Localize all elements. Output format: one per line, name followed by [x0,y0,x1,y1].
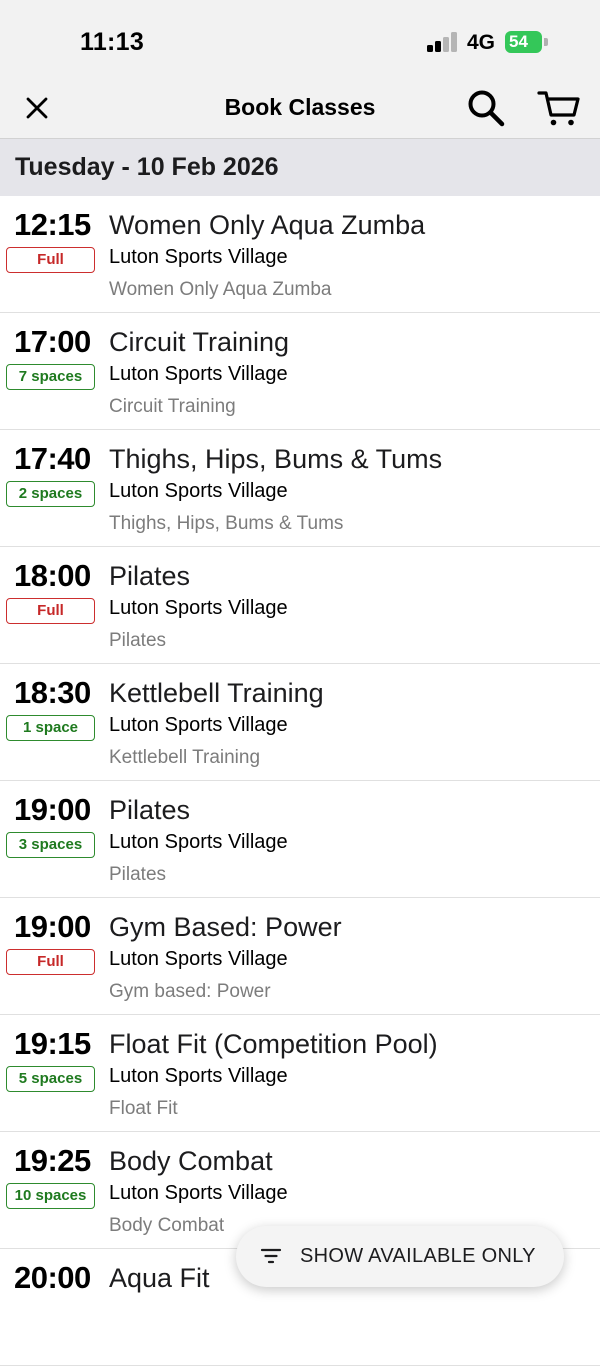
status-badge: 3 spaces [6,832,95,858]
class-time: 19:25 [14,1143,91,1178]
class-time: 19:00 [14,909,91,944]
class-row[interactable]: 17:00 7 spaces Circuit Training Luton Sp… [0,313,600,430]
class-name: Kettlebell Training [109,678,324,708]
class-name: Pilates [109,561,191,591]
class-time: 20:00 [14,1260,91,1295]
date-header-label: Tuesday - 10 Feb 2026 [15,153,279,181]
class-name: Aqua Fit [109,1263,210,1293]
filter-button-label: SHOW AVAILABLE ONLY [300,1245,536,1267]
class-venue: Luton Sports Village [109,363,288,385]
filter-icon [260,1248,282,1264]
class-name: Float Fit (Competition Pool) [109,1029,438,1059]
battery-cap [544,38,548,46]
status-badge: Full [6,247,95,273]
class-venue: Luton Sports Village [109,480,288,502]
search-icon [468,90,505,127]
class-name: Body Combat [109,1146,273,1176]
status-time: 11:13 [80,28,145,56]
class-name: Pilates [109,795,191,825]
class-row[interactable]: 18:30 1 space Kettlebell Training Luton … [0,664,600,781]
class-venue: Luton Sports Village [109,714,288,736]
class-description: Gym based: Power [109,981,271,1002]
class-description: Body Combat [109,1215,225,1236]
date-header: Tuesday - 10 Feb 2026 [0,139,600,196]
class-description: Pilates [109,864,167,885]
battery-icon: 54 [505,31,542,53]
class-description: Thighs, Hips, Bums & Tums [109,513,344,534]
class-row[interactable]: 12:15 Full Women Only Aqua Zumba Luton S… [0,196,600,313]
class-name: Gym Based: Power [109,912,342,942]
cart-button[interactable] [535,86,583,130]
class-row[interactable]: 19:00 Full Gym Based: Power Luton Sports… [0,898,600,1015]
page-title: Book Classes [224,94,376,120]
class-time: 19:15 [14,1026,91,1061]
class-venue: Luton Sports Village [109,246,288,268]
signal-icon [427,32,459,52]
battery-level: 54 [509,32,528,51]
class-row[interactable]: 19:15 5 spaces Float Fit (Competition Po… [0,1015,600,1132]
show-available-only-button[interactable]: SHOW AVAILABLE ONLY [236,1226,564,1287]
network-label: 4G [467,31,496,54]
class-venue: Luton Sports Village [109,831,288,853]
cart-icon [537,91,580,126]
class-description: Kettlebell Training [109,747,261,768]
class-time: 18:30 [14,675,91,710]
class-venue: Luton Sports Village [109,1182,288,1204]
class-description: Circuit Training [109,396,236,417]
class-description: Float Fit [109,1098,178,1119]
class-description: Women Only Aqua Zumba [109,279,332,300]
class-time: 19:00 [14,792,91,827]
nav-bar: Book Classes [0,80,600,139]
class-name: Circuit Training [109,327,290,357]
class-name: Women Only Aqua Zumba [109,210,426,240]
status-badge: 10 spaces [6,1183,95,1209]
status-bar: 11:13 4G 54 [0,0,600,80]
class-name: Thighs, Hips, Bums & Tums [109,444,443,474]
class-time: 12:15 [14,207,91,242]
status-badge: Full [6,598,95,624]
class-row[interactable]: 19:00 3 spaces Pilates Luton Sports Vill… [0,781,600,898]
class-venue: Luton Sports Village [109,597,288,619]
status-badge: 2 spaces [6,481,95,507]
status-badge: Full [6,949,95,975]
class-description: Pilates [109,630,167,651]
status-badge: 5 spaces [6,1066,95,1092]
class-venue: Luton Sports Village [109,948,288,970]
status-badge: 1 space [6,715,95,741]
class-time: 17:00 [14,324,91,359]
class-venue: Luton Sports Village [109,1065,288,1087]
class-time: 18:00 [14,558,91,593]
class-time: 17:40 [14,441,91,476]
status-badge: 7 spaces [6,364,95,390]
class-list: 12:15 Full Women Only Aqua Zumba Luton S… [0,196,600,1366]
class-row[interactable]: 18:00 Full Pilates Luton Sports Village … [0,547,600,664]
class-row[interactable]: 17:40 2 spaces Thighs, Hips, Bums & Tums… [0,430,600,547]
search-button[interactable] [464,86,508,130]
